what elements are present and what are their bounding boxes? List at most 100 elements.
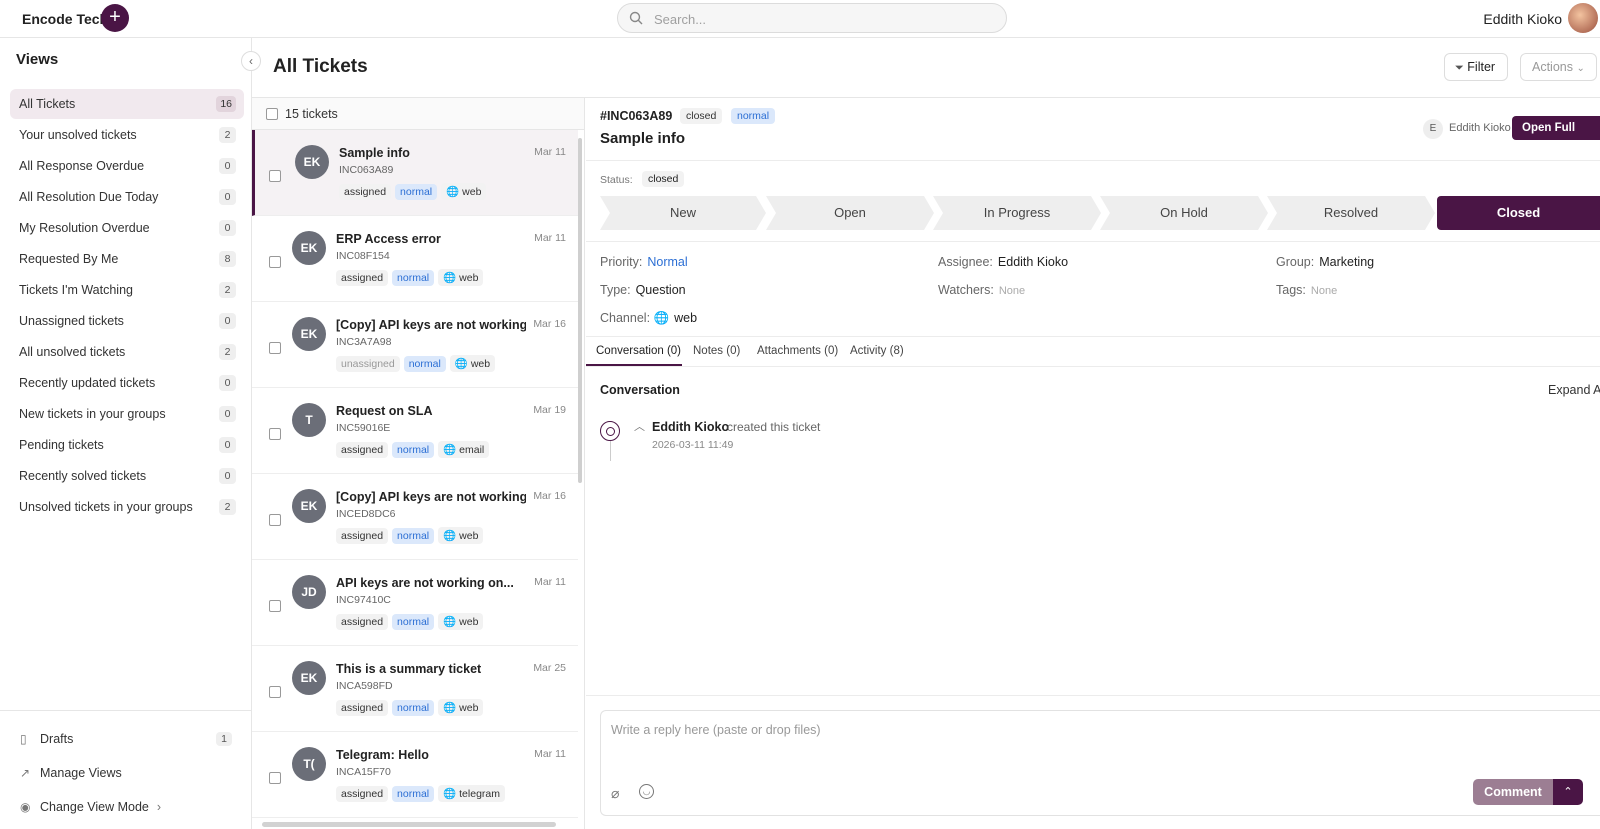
step-resolved[interactable]: Resolved — [1267, 196, 1435, 230]
ticket-avatar: EK — [292, 489, 326, 523]
view-item-pending[interactable]: Pending tickets 0 — [10, 430, 244, 460]
globe-icon: 🌐 — [443, 788, 457, 800]
ticket-tags: assigned normal 🌐 web — [336, 527, 487, 544]
status-tag: assigned — [336, 442, 389, 458]
emoji-icon[interactable]: ◡ — [639, 784, 654, 799]
step-new[interactable]: New — [600, 196, 766, 230]
expand-all-button[interactable]: Expand All — [1548, 383, 1600, 397]
collapse-sidebar-button[interactable]: ‹ — [241, 51, 261, 71]
view-label: Unassigned tickets — [19, 314, 124, 328]
ticket-row[interactable]: EK [Copy] API keys are not working... IN… — [252, 302, 578, 388]
assignee-label: Assignee: — [938, 255, 993, 269]
view-item-recently-solved[interactable]: Recently solved tickets 0 — [10, 461, 244, 491]
priority-tag: normal — [392, 786, 435, 802]
ticket-row[interactable]: T Request on SLA INC59016E Mar 19 assign… — [252, 388, 578, 474]
view-item-my-resolution-overdue[interactable]: My Resolution Overdue 0 — [10, 213, 244, 243]
drafts-link[interactable]: ▯ Drafts — [20, 732, 73, 746]
ticket-count: 15 tickets — [285, 107, 338, 121]
view-item-all-unsolved[interactable]: All unsolved tickets 2 — [10, 337, 244, 367]
ticket-checkbox[interactable] — [269, 686, 281, 698]
ticket-checkbox[interactable] — [269, 170, 281, 182]
divider — [586, 241, 1600, 242]
search-input[interactable]: Search... — [617, 3, 1007, 33]
view-count: 0 — [219, 313, 236, 329]
chevron-up-icon[interactable]: ︿ — [634, 418, 645, 434]
channel-label: web — [470, 358, 491, 370]
ticket-title: ERP Access error — [336, 232, 441, 246]
view-count: 0 — [219, 220, 236, 236]
ticket-date: Mar 11 — [534, 232, 566, 244]
step-open[interactable]: Open — [766, 196, 934, 230]
ticket-checkbox[interactable] — [269, 772, 281, 784]
ticket-checkbox[interactable] — [269, 600, 281, 612]
tags-field[interactable]: Tags: None — [1276, 283, 1337, 297]
ticket-row[interactable]: T( Telegram: Hello INCA15F70 Mar 11 assi… — [252, 732, 578, 818]
actions-button[interactable]: Actions ⌄ — [1520, 53, 1597, 81]
view-item-your-unsolved[interactable]: Your unsolved tickets 2 — [10, 120, 244, 150]
priority-field[interactable]: Priority: Normal — [600, 255, 688, 269]
view-count: 0 — [219, 406, 236, 422]
ticket-checkbox[interactable] — [269, 342, 281, 354]
tab-conversation[interactable]: Conversation (0) — [596, 345, 681, 357]
brand-name[interactable]: Encode Tech — [22, 11, 108, 27]
create-new-button[interactable]: + — [101, 4, 129, 32]
view-item-recently-updated[interactable]: Recently updated tickets 0 — [10, 368, 244, 398]
view-item-response-overdue[interactable]: All Response Overdue 0 — [10, 151, 244, 181]
watchers-value: None — [998, 285, 1026, 297]
channel-value: web — [674, 311, 698, 325]
ticket-tags: assigned normal 🌐 web — [339, 183, 490, 200]
ticket-checkbox[interactable] — [269, 514, 281, 526]
filter-button[interactable]: ⏷ Filter — [1444, 53, 1508, 81]
assignee-field[interactable]: Assignee: Eddith Kioko — [938, 255, 1068, 269]
ticket-row[interactable]: EK ERP Access error INC08F154 Mar 11 ass… — [252, 216, 578, 302]
actions-label: Actions — [1532, 60, 1573, 74]
channel-tag: 🌐 web — [438, 527, 484, 544]
change-view-mode-link[interactable]: ◉ Change View Mode › — [20, 800, 161, 814]
view-item-all-tickets[interactable]: All Tickets 16 — [10, 89, 244, 119]
paperclip-icon[interactable]: ⌀ — [611, 785, 619, 802]
ticket-row[interactable]: JD API keys are not working on... INC974… — [252, 560, 578, 646]
view-label: Recently solved tickets — [19, 469, 147, 483]
user-name[interactable]: Eddith Kioko — [1483, 11, 1562, 27]
tab-notes[interactable]: Notes (0) — [693, 345, 740, 357]
user-avatar[interactable] — [1568, 3, 1598, 33]
type-field[interactable]: Type: Question — [600, 283, 686, 297]
assignee-chip[interactable]: E Eddith Kioko — [1423, 119, 1511, 139]
view-item-unsolved-in-groups[interactable]: Unsolved tickets in your groups 2 — [10, 492, 244, 522]
ticket-row[interactable]: EK This is a summary ticket INCA598FD Ma… — [252, 646, 578, 732]
channel-label: web — [459, 272, 479, 284]
ticket-row[interactable]: EK [Copy] API keys are not working... IN… — [252, 474, 578, 560]
ticket-title: [Copy] API keys are not working... — [336, 490, 526, 504]
reply-editor[interactable]: Write a reply here (paste or drop files)… — [600, 710, 1600, 816]
open-full-view-button[interactable]: Open Full View — [1512, 116, 1600, 158]
ticket-checkbox[interactable] — [269, 256, 281, 268]
step-on-hold[interactable]: On Hold — [1100, 196, 1268, 230]
view-item-requested-by-me[interactable]: Requested By Me 8 — [10, 244, 244, 274]
view-item-resolution-due-today[interactable]: All Resolution Due Today 0 — [10, 182, 244, 212]
step-in-progress[interactable]: In Progress — [933, 196, 1101, 230]
ticket-row[interactable]: EK Sample info INC063A89 Mar 11 assigned… — [252, 130, 578, 216]
comment-button[interactable]: Comment — [1473, 779, 1553, 805]
tab-attachments[interactable]: Attachments (0) — [757, 345, 838, 357]
comment-options-button[interactable]: ⌃ — [1553, 779, 1583, 805]
priority-badge: normal — [731, 108, 776, 124]
view-label: Unsolved tickets in your groups — [19, 500, 193, 514]
step-closed[interactable]: Closed — [1437, 196, 1600, 230]
change-view-mode-label: Change View Mode — [40, 800, 149, 814]
manage-views-link[interactable]: ↗ Manage Views — [20, 766, 122, 780]
view-item-new-in-groups[interactable]: New tickets in your groups 0 — [10, 399, 244, 429]
tab-activity[interactable]: Activity (8) — [850, 345, 904, 357]
view-item-watching[interactable]: Tickets I'm Watching 2 — [10, 275, 244, 305]
view-count: 8 — [219, 251, 236, 267]
view-item-unassigned[interactable]: Unassigned tickets 0 — [10, 306, 244, 336]
select-all-checkbox[interactable] — [266, 108, 278, 120]
watchers-field[interactable]: Watchers: None — [938, 283, 1025, 297]
list-vertical-scrollbar[interactable] — [578, 138, 582, 483]
view-count: 16 — [216, 96, 236, 112]
ticket-checkbox[interactable] — [269, 428, 281, 440]
channel-label: email — [459, 444, 485, 456]
group-field[interactable]: Group: Marketing — [1276, 255, 1374, 269]
assignee-avatar: E — [1423, 119, 1443, 139]
list-horizontal-scrollbar[interactable] — [262, 822, 556, 827]
channel-tag: 🌐 web — [441, 183, 487, 200]
